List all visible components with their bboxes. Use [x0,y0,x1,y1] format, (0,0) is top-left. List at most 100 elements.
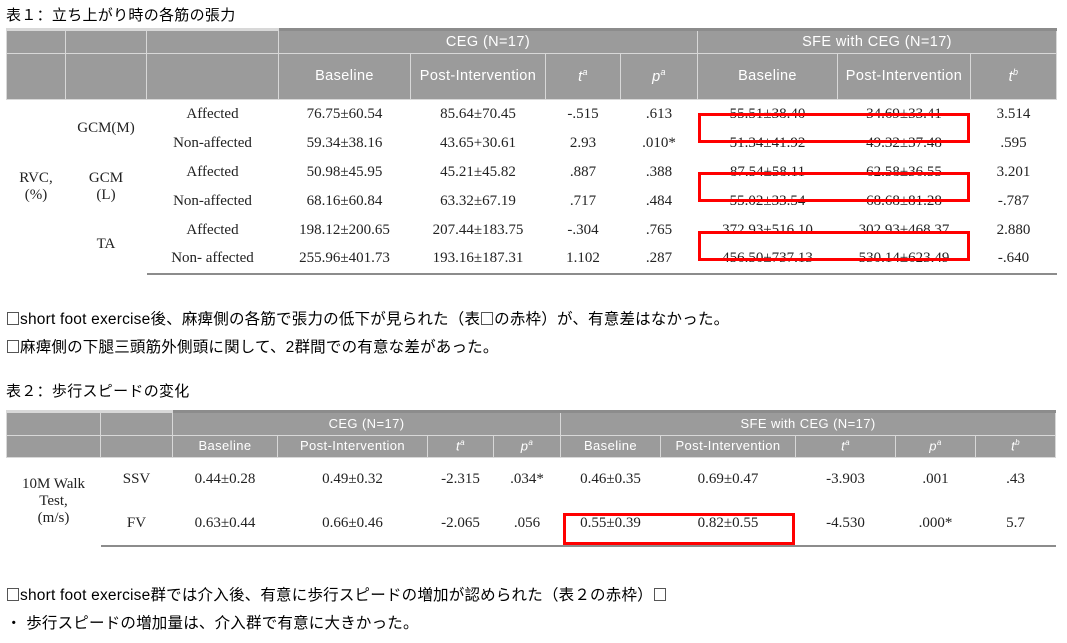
t1-col-ceg-p-sup: a [660,67,666,78]
t2-r1-ceg-post: 0.66±0.46 [277,501,428,547]
t1-r5-sfe-baseline: 456.50±737.13 [697,244,838,275]
t2-measure-0: SSV [100,457,173,502]
t1-r1-sfe-post: 49.32±37.48 [837,128,971,158]
table-row: Non- affected 255.96±401.73 193.16±187.3… [7,244,1057,275]
t1-muscle-ta: TA [65,215,147,274]
table-1-muscle-tension: CEG (N=17) SFE with CEG (N=17) Baseline … [6,28,1058,275]
table1-caption: 表１：立ち上がり時の各筋の張力 [6,7,236,24]
t1-r2-sfe-post: 62.58±36.55 [837,157,971,187]
t2-group-ceg: CEG (N=17) [171,410,562,436]
t1-r2-ceg-p: .388 [620,157,698,187]
note-table1-line1-post: の赤枠）が、有意差はなかった。 [494,311,730,328]
t2-col-sfe-tb-sup: b [1015,438,1020,448]
t2-r0-sfe-t: -3.903 [795,457,896,502]
t1-r2-ceg-baseline: 50.98±45.95 [278,157,411,187]
t2-group-sfe: SFE with CEG (N=17) [560,410,1057,436]
t2-r0-ceg-t: -2.315 [427,457,494,502]
t1-col-ceg-post: Post-Intervention [410,53,546,100]
t1-corner-2 [65,28,147,54]
t2-col-ceg-p: pa [492,435,562,458]
missing-glyph-icon-2 [481,312,494,325]
t1-r0-ceg-p: .613 [620,99,698,129]
t1-r4-ceg-t: -.304 [545,215,621,245]
note-table1-line1: short foot exercise後、麻痺側の各筋で張力の低下が見られた（表… [6,307,729,329]
t1-col-sfe-post: Post-Intervention [837,53,971,100]
t2-r1-ceg-baseline: 0.63±0.44 [172,501,278,547]
t1-rowgroup-label: RVC, (%) [6,99,66,274]
t2-col-sfe-p: pa [895,435,977,458]
t2-col-ceg-t: ta [427,435,494,458]
t1-r1-sfe-baseline: 51.34±41.92 [697,128,838,158]
table-row: 10M Walk Test, (m/s) SSV 0.44±0.28 0.49±… [6,457,1056,546]
t1-r1-ceg-t: 2.93 [545,128,621,158]
table-row: Non-affected 68.16±60.84 63.32±67.19 .71… [7,186,1057,216]
t1-r3-ceg-post: 63.32±67.19 [410,186,546,216]
t1-r4-sfe-t: 2.880 [970,215,1057,245]
t2-corner-3 [6,435,101,458]
t2-col-ceg-baseline: Baseline [172,435,278,458]
t2-rowgroup-label-l2: Test, [39,493,68,510]
t1-r3-ceg-p: .484 [620,186,698,216]
t2-r0-ceg-post: 0.49±0.32 [277,457,428,502]
t1-r4-ceg-p: .765 [620,215,698,245]
t1-col-ceg-post-label: Post-Intervention [419,68,537,85]
missing-glyph-icon-3 [7,340,19,353]
t2-col-ceg-t-sup: a [460,438,465,448]
t1-r1-ceg-post: 43.65+30.61 [410,128,546,158]
t1-col-sfe-post-label: Post-Intervention [845,68,963,85]
t2-col-ceg-p-sup: a [528,438,534,448]
note-table2-line2: ・ 歩行スピードの増加量は、介入群で有意に大きかった。 [6,611,419,633]
t1-r0-sfe-baseline: 55.51±38.40 [697,99,838,129]
t1-muscle-gcm-m: GCM(M) [65,99,147,158]
missing-glyph-icon [7,312,19,325]
t1-col-sfe-baseline: Baseline [697,53,838,100]
t2-r1-ceg-t: -2.065 [427,501,494,547]
t1-side-2: Affected [146,157,279,187]
t1-r2-ceg-post: 45.21±45.82 [410,157,546,187]
t2-corner-4 [100,435,173,458]
table-row: FV 0.63±0.44 0.66±0.46 -2.065 .056 0.55±… [7,501,1056,547]
note-table1-line2-text: 麻痺側の下腿三頭筋外側頭に関して、2群間での有意な差があった。 [20,339,499,356]
t2-r0-ceg-p: .034* [493,457,561,502]
t2-r1-sfe-baseline: 0.55±0.39 [560,501,661,547]
t1-col-sfe-t: tb [969,53,1058,100]
t1-muscle-ta-l1: TA [96,236,116,252]
t1-r3-sfe-baseline: 55.02±33.54 [697,186,838,216]
t1-muscle-gcm-m-l1: GCM(M) [77,120,135,137]
t1-r2-ceg-t: .887 [545,157,621,187]
t1-r0-sfe-post: 34.69±33.41 [837,99,971,129]
t1-col-sfe-t-sup: b [1013,67,1019,78]
missing-glyph-icon-5 [653,588,666,601]
t1-col-ceg-p: pa [620,53,698,100]
t1-r3-ceg-baseline: 68.16±60.84 [278,186,411,216]
t1-r1-ceg-baseline: 59.34±38.16 [278,128,411,158]
t1-side-4: Affected [146,215,279,245]
t1-r5-ceg-p: .287 [620,244,698,275]
t1-side-0: Affected [146,99,279,129]
t1-col-ceg-t-sup: a [582,67,588,78]
t1-rowgroup-label-l2: (%) [24,186,48,203]
note-table1-line2: 麻痺側の下腿三頭筋外側頭に関して、2群間での有意な差があった。 [6,335,499,357]
t1-r3-sfe-t: -.787 [970,186,1057,216]
t2-measure-1: FV [100,501,173,547]
t2-r0-sfe-p: .001 [895,457,976,502]
slide-page: 表１：立ち上がり時の各筋の張力 CEG (N=17) SFE with CEG … [0,0,1067,643]
table-row: GCM (L) Affected 50.98±45.95 45.21±45.82… [7,157,1057,216]
t2-rowgroup-label-l1: 10M Walk [21,476,86,493]
t2-r0-sfe-tb: .43 [975,457,1056,502]
t2-r1-sfe-p: .000* [895,501,976,547]
t2-rowgroup-label: 10M Walk Test, (m/s) [6,457,101,546]
t2-r0-sfe-post: 0.69±0.47 [660,457,796,502]
t1-r5-sfe-t: -.640 [970,244,1057,275]
t1-r3-sfe-post: 68.68±81.28 [837,186,971,216]
t2-rowgroup-label-l3: (m/s) [37,510,70,527]
table-row: Non-affected 59.34±38.16 43.65+30.61 2.9… [7,128,1057,158]
t1-corner-1 [6,28,66,54]
note-table1-line1-pre: short foot exercise後、麻痺側の各筋で張力の低下が見られた（表 [20,311,481,328]
t2-r0-ceg-baseline: 0.44±0.28 [172,457,278,502]
table-2-gait-speed: CEG (N=17) SFE with CEG (N=17) Baseline … [6,410,1057,547]
t1-side-3: Non-affected [146,186,279,216]
t2-col-sfe-p-sup: a [936,438,942,448]
t2-r1-ceg-p: .056 [493,501,561,547]
t1-muscle-gcm-l: GCM (L) [65,157,147,216]
